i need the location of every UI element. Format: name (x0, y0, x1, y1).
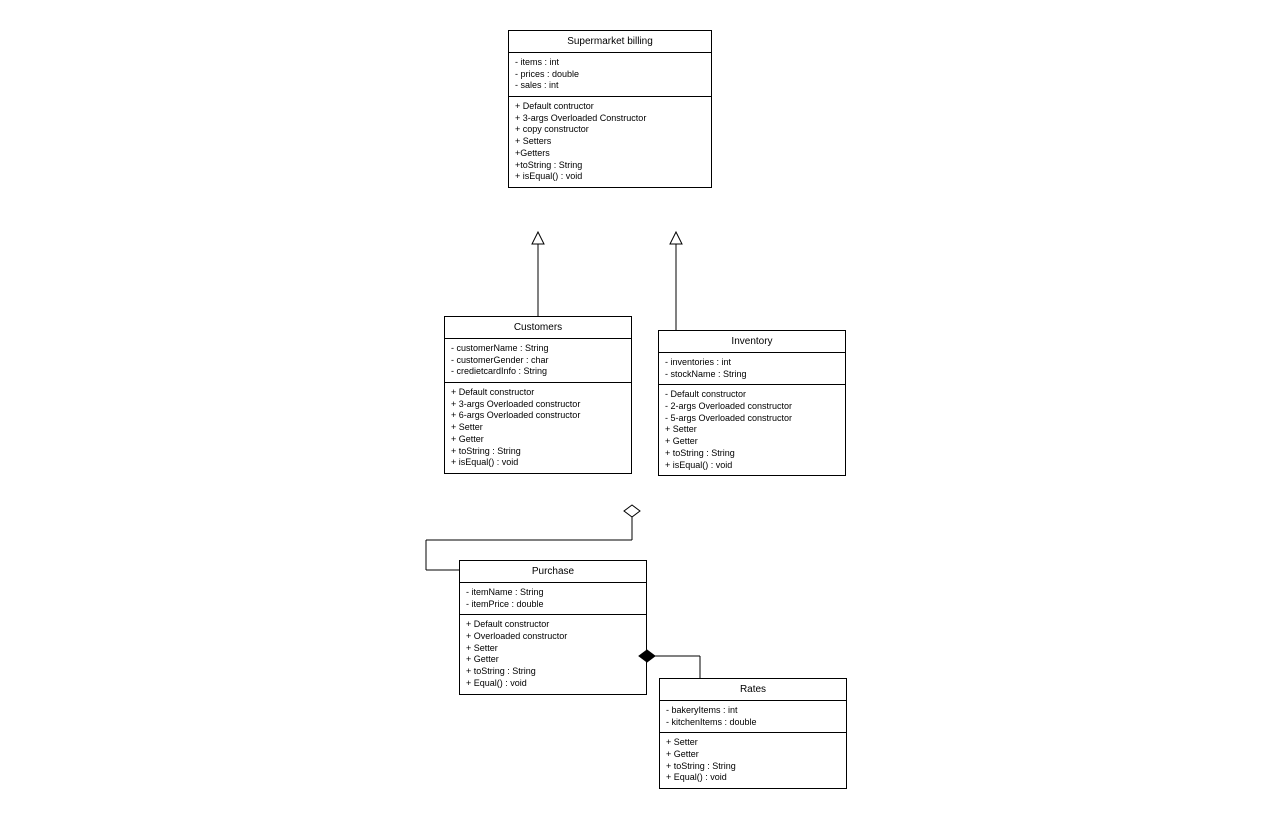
op: + Equal() : void (466, 678, 640, 690)
ops-section: - Default constructor - 2-args Overloade… (659, 385, 845, 475)
attr: - inventories : int (665, 357, 839, 369)
op: + copy constructor (515, 124, 705, 136)
op: + Getter (451, 434, 625, 446)
op: + Setter (666, 737, 840, 749)
op: + Setter (466, 643, 640, 655)
op: + Default constructor (466, 619, 640, 631)
generalization-customers-to-supermarket (532, 232, 544, 316)
class-customers: Customers - customerName : String - cust… (444, 316, 632, 474)
op: + isEqual() : void (515, 171, 705, 183)
class-title: Purchase (460, 561, 646, 583)
ops-section: + Setter + Getter + toString : String + … (660, 733, 846, 788)
attrs-section: - inventories : int - stockName : String (659, 353, 845, 385)
attrs-section: - customerName : String - customerGender… (445, 339, 631, 383)
op: + toString : String (665, 448, 839, 460)
ops-section: + Default constructor + Overloaded const… (460, 615, 646, 693)
op: + Getter (466, 654, 640, 666)
op: + Equal() : void (666, 772, 840, 784)
op: + Getter (665, 436, 839, 448)
ops-section: + Default contructor + 3-args Overloaded… (509, 97, 711, 187)
op: + Setter (451, 422, 625, 434)
op: + 3-args Overloaded constructor (451, 399, 625, 411)
op: +toString : String (515, 160, 705, 172)
op: + Getter (666, 749, 840, 761)
attr: - bakeryItems : int (666, 705, 840, 717)
op: - 5-args Overloaded constructor (665, 413, 839, 425)
op: + toString : String (451, 446, 625, 458)
op: + 3-args Overloaded Constructor (515, 113, 705, 125)
attr: - kitchenItems : double (666, 717, 840, 729)
class-purchase: Purchase - itemName : String - itemPrice… (459, 560, 647, 695)
attr: - itemName : String (466, 587, 640, 599)
class-title: Customers (445, 317, 631, 339)
attrs-section: - items : int - prices : double - sales … (509, 53, 711, 97)
op: + Overloaded constructor (466, 631, 640, 643)
op: - 2-args Overloaded constructor (665, 401, 839, 413)
attr: - stockName : String (665, 369, 839, 381)
class-inventory: Inventory - inventories : int - stockNam… (658, 330, 846, 476)
class-title: Rates (660, 679, 846, 701)
attrs-section: - bakeryItems : int - kitchenItems : dou… (660, 701, 846, 733)
op: + isEqual() : void (665, 460, 839, 472)
op: + Default constructor (451, 387, 625, 399)
composition-purchase-rates (639, 650, 700, 678)
class-title: Inventory (659, 331, 845, 353)
class-supermarket-billing: Supermarket billing - items : int - pric… (508, 30, 712, 188)
attr: - sales : int (515, 80, 705, 92)
op: + Setters (515, 136, 705, 148)
attr: - customerGender : char (451, 355, 625, 367)
attr: - prices : double (515, 69, 705, 81)
attr: - items : int (515, 57, 705, 69)
attr: - credietcardInfo : String (451, 366, 625, 378)
op: + Default contructor (515, 101, 705, 113)
op: + toString : String (466, 666, 640, 678)
op: +Getters (515, 148, 705, 160)
ops-section: + Default constructor + 3-args Overloade… (445, 383, 631, 473)
attrs-section: - itemName : String - itemPrice : double (460, 583, 646, 615)
op: + 6-args Overloaded constructor (451, 410, 625, 422)
generalization-inventory-to-supermarket (670, 232, 682, 330)
op: + isEqual() : void (451, 457, 625, 469)
op: + toString : String (666, 761, 840, 773)
class-rates: Rates - bakeryItems : int - kitchenItems… (659, 678, 847, 789)
op: + Setter (665, 424, 839, 436)
attr: - customerName : String (451, 343, 625, 355)
attr: - itemPrice : double (466, 599, 640, 611)
class-title: Supermarket billing (509, 31, 711, 53)
op: - Default constructor (665, 389, 839, 401)
